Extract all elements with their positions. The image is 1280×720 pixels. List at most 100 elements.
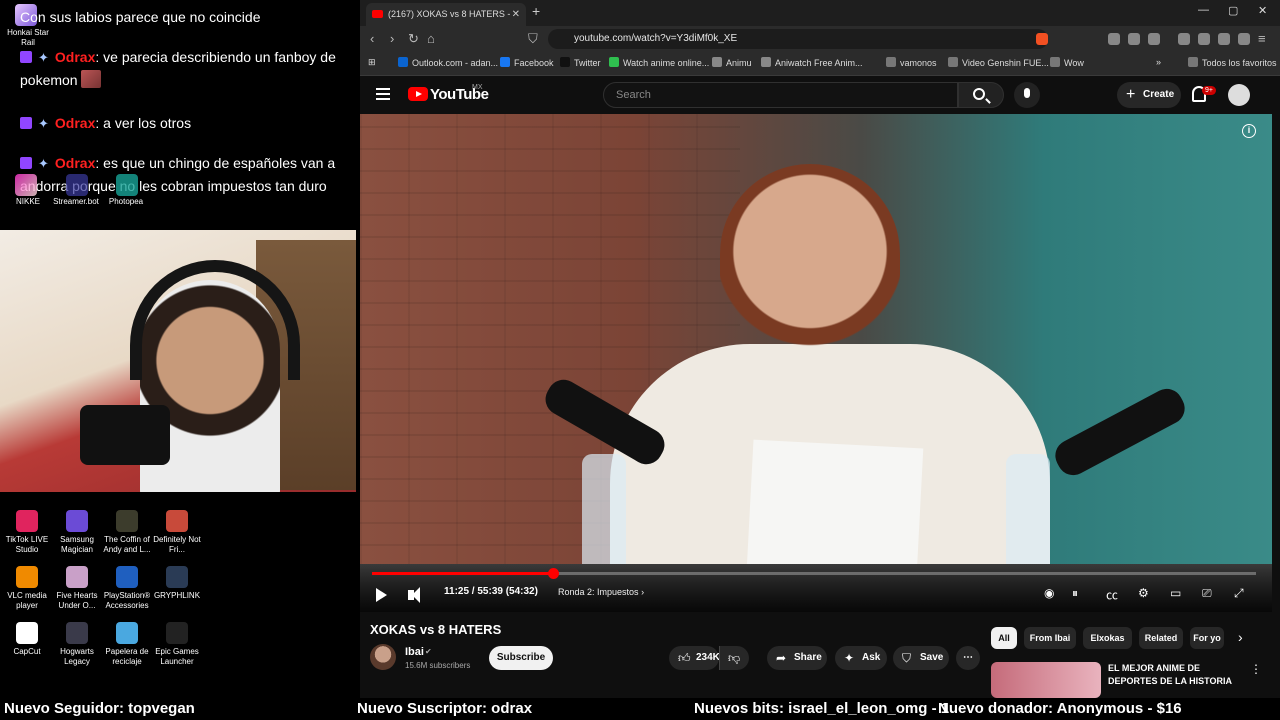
streamerbot-icon[interactable] <box>66 174 88 196</box>
subscribe-button[interactable]: Subscribe <box>489 646 553 670</box>
region-code: MX <box>472 84 483 91</box>
bookmark-facebook[interactable]: Facebook <box>500 57 554 68</box>
twitch-icon <box>20 157 32 169</box>
youtube-logo-icon[interactable] <box>408 87 428 101</box>
theater-icon[interactable]: ▭ <box>1170 586 1181 600</box>
maximize-icon[interactable]: ▢ <box>1228 4 1238 17</box>
sparkle-icon: ✦ <box>38 156 49 171</box>
bookmark-wow[interactable]: Wow <box>1050 57 1084 68</box>
video-player[interactable]: i 11:25 / 55:39 (54:32) Ronda 2: Impuest… <box>360 114 1272 612</box>
pause-ad-icon[interactable]: ⏸ <box>1072 586 1078 601</box>
bookmark-vamonos[interactable]: vamonos <box>886 57 937 68</box>
photopea-icon[interactable] <box>116 174 138 196</box>
volume-icon[interactable] <box>408 587 420 603</box>
bookmark-icon[interactable]: ⛉ <box>528 31 538 47</box>
bookmark-outlook[interactable]: Outlook.com - adan... <box>398 57 498 68</box>
more-icon[interactable]: ⋮ <box>1250 662 1262 676</box>
scrubber-handle[interactable] <box>548 568 560 579</box>
chip-from-ibai[interactable]: From Ibai <box>1024 627 1076 649</box>
chevron-right-icon[interactable]: » <box>1156 57 1161 67</box>
home-icon[interactable]: ⌂ <box>427 31 435 46</box>
url-field[interactable]: youtube.com/watch?v=Y3diMf0k_XE <box>548 29 1048 49</box>
autoplay-icon[interactable]: ◉ <box>1044 586 1054 600</box>
channel-name[interactable]: Ibai <box>405 646 424 658</box>
dislike-button[interactable]: 👎︎ <box>719 646 749 670</box>
more-actions-button[interactable]: ⋯ <box>956 646 980 670</box>
screen: Honkai Star Rail Con sus labios parece q… <box>0 0 1280 720</box>
extension-icon[interactable] <box>1108 33 1120 45</box>
cast-icon[interactable]: ⎚ <box>1202 586 1212 601</box>
chip-related[interactable]: Related <box>1139 627 1183 649</box>
extension-icon[interactable] <box>1148 33 1160 45</box>
info-icon[interactable]: i <box>1242 124 1256 138</box>
bookmark-aniwatch[interactable]: Aniwatch Free Anim... <box>761 57 863 68</box>
chip-elxokas[interactable]: Elxokas <box>1083 627 1132 649</box>
apps-icon[interactable]: ⊞ <box>368 57 376 68</box>
fullscreen-icon[interactable]: ⤢ <box>1234 586 1244 601</box>
like-button[interactable]: 👍︎ 234K <box>669 646 720 670</box>
desktop-shortcut[interactable]: Epic Games Launcher <box>150 622 204 667</box>
ai-icon[interactable] <box>1218 33 1230 45</box>
music-icon[interactable] <box>1178 33 1190 45</box>
desktop-shortcut[interactable]: CapCut <box>0 622 54 657</box>
forward-icon[interactable]: › <box>390 31 394 46</box>
desktop-shortcut[interactable]: Samsung Magician <box>50 510 104 555</box>
save-button[interactable]: ⛉ Save <box>893 646 949 670</box>
play-icon[interactable] <box>376 588 387 602</box>
ask-button[interactable]: ✦ Ask <box>835 646 887 670</box>
chat-username: Odrax <box>54 49 96 65</box>
desktop-shortcut[interactable]: PlayStation® Accessories <box>100 566 154 611</box>
minimize-icon[interactable]: — <box>1198 4 1209 16</box>
shortcut-label: CapCut <box>13 647 41 656</box>
recommended-thumbnail[interactable] <box>991 662 1101 698</box>
tab-title: (2167) XOKAS vs 8 HATERS - <box>388 9 511 19</box>
bookmark-watch-anime[interactable]: Watch anime online... <box>609 57 709 68</box>
chapter-label[interactable]: Ronda 2: Impuestos › <box>558 587 644 597</box>
tab-youtube[interactable]: (2167) XOKAS vs 8 HATERS - ✕ <box>366 3 526 26</box>
settings-icon[interactable]: ⚙ <box>1138 586 1149 600</box>
bookmark-icon: ⛉ <box>902 651 912 665</box>
desktop-shortcut[interactable]: The Coffin of Andy and L... <box>100 510 154 555</box>
desktop-shortcut[interactable]: Definitely Not Fri... <box>150 510 204 555</box>
photopea-label: Photopea <box>108 197 144 206</box>
voice-search-icon[interactable] <box>1014 82 1040 108</box>
hamburger-icon[interactable] <box>376 88 390 100</box>
recommended-title[interactable]: EL MEJOR ANIME DE DEPORTES DE LA HISTORI… <box>1108 662 1238 688</box>
captions-icon[interactable]: ㏄ <box>1106 586 1118 603</box>
create-button[interactable]: + Create <box>1117 82 1181 108</box>
desktop-shortcut[interactable]: Hogwarts Legacy <box>50 622 104 667</box>
back-icon[interactable]: ‹ <box>370 31 374 46</box>
brave-shield-icon[interactable] <box>1036 33 1048 45</box>
app-icon <box>66 622 88 644</box>
new-tab-button[interactable]: + <box>532 3 540 19</box>
search-icon <box>973 88 985 100</box>
paper-sheet <box>746 439 924 579</box>
ticker-subscriber: Nuevo Suscriptor: odrax <box>357 700 533 717</box>
chip-for-you[interactable]: For yo <box>1190 627 1224 649</box>
bookmark-twitter[interactable]: Twitter <box>560 57 601 68</box>
nikke-icon[interactable] <box>15 174 37 196</box>
desktop-shortcut[interactable]: Five Hearts Under O... <box>50 566 104 611</box>
chip-all[interactable]: All <box>991 627 1017 649</box>
desktop-shortcut[interactable]: VLC media player <box>0 566 54 611</box>
close-tab-icon[interactable]: ✕ <box>512 3 520 26</box>
reload-icon[interactable]: ↻ <box>408 31 419 47</box>
close-window-icon[interactable]: ✕ <box>1258 4 1267 17</box>
all-bookmarks[interactable]: Todos los favoritos <box>1188 57 1277 68</box>
channel-avatar[interactable] <box>370 644 396 670</box>
chevron-right-icon[interactable]: › <box>1238 629 1243 645</box>
search-input[interactable]: Search <box>603 82 958 108</box>
wallet-icon[interactable] <box>1198 33 1210 45</box>
search-button[interactable] <box>958 82 1004 108</box>
progress-bar[interactable] <box>372 568 1256 579</box>
avatar[interactable] <box>1228 84 1250 106</box>
bookmark-genshin[interactable]: Video Genshin FUE... <box>948 57 1049 68</box>
share-button[interactable]: ➦ Share <box>767 646 827 670</box>
extension-icon[interactable] <box>1128 33 1140 45</box>
desktop-shortcut[interactable]: Papelera de reciclaje <box>100 622 154 667</box>
vpn-icon[interactable] <box>1238 33 1250 45</box>
desktop-shortcut[interactable]: GRYPHLINK <box>150 566 204 601</box>
menu-icon[interactable]: ≡ <box>1258 31 1266 46</box>
bookmark-animu[interactable]: Animu <box>712 57 752 68</box>
desktop-shortcut[interactable]: TikTok LIVE Studio <box>0 510 54 555</box>
